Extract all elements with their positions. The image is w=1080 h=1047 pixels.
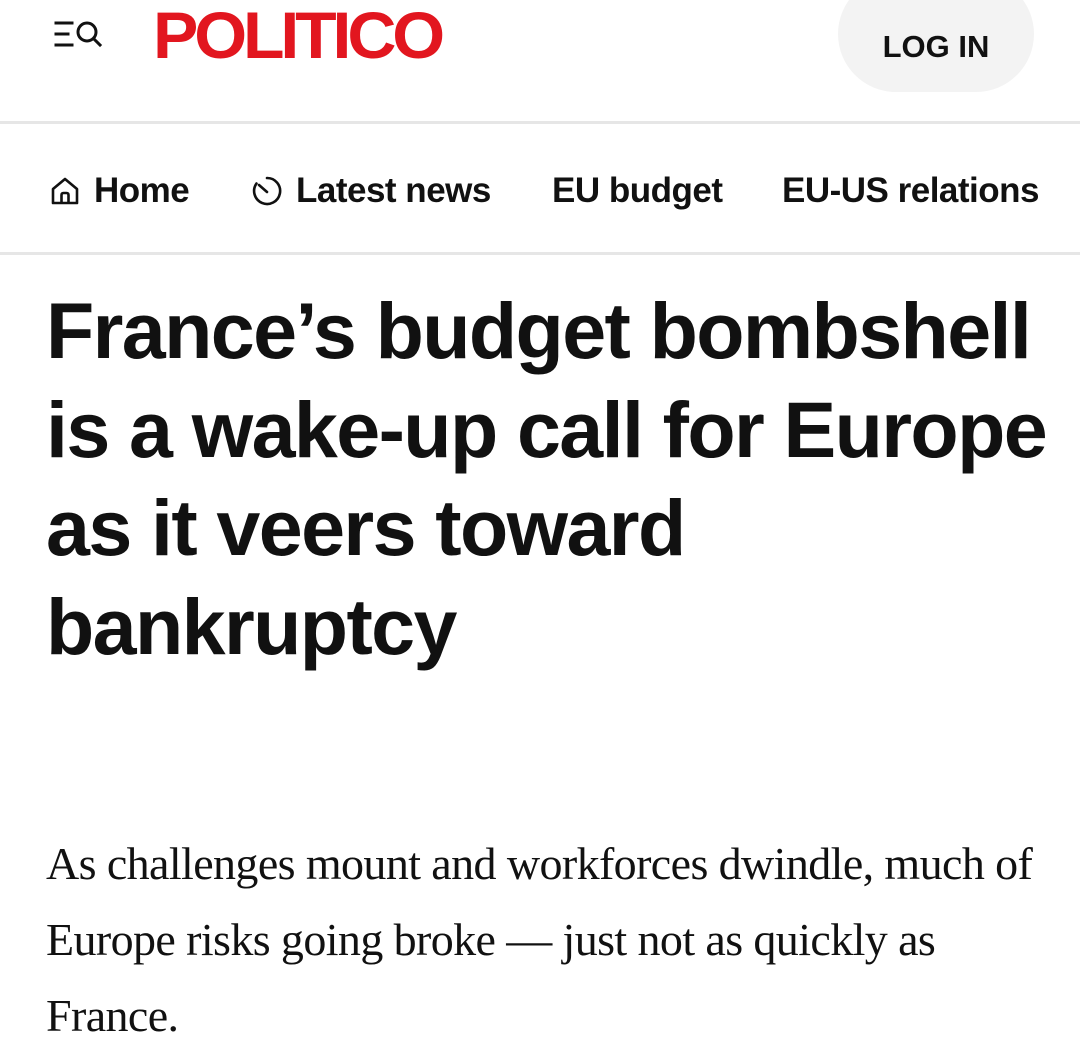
article-dek: As challenges mount and workforces dwind…: [46, 838, 1033, 1041]
nav-item-eu-us-relations[interactable]: EU-US relations: [782, 167, 1040, 215]
section-nav: Home Latest news EU budget EU-US relatio…: [0, 127, 1080, 255]
nav-item-home[interactable]: Home: [48, 167, 190, 215]
nav-scroll-fade: [1040, 127, 1080, 252]
nav-item-eu-budget[interactable]: EU budget: [552, 167, 723, 215]
nav-item-label: EU-US relations: [782, 171, 1040, 210]
politico-logo[interactable]: POLITICO: [153, 0, 445, 72]
nav-item-label: EU budget: [552, 171, 723, 210]
site-header: POLITICO LOG IN: [0, 0, 1080, 124]
menu-search-button[interactable]: [46, 12, 110, 56]
article-headline: France’s budget bombshell is a wake-up c…: [46, 286, 1048, 671]
clock-icon: [250, 174, 284, 208]
nav-item-latest-news[interactable]: Latest news: [250, 167, 491, 215]
nav-item-label: Latest news: [296, 171, 491, 210]
nav-item-label: Home: [94, 171, 190, 210]
home-icon: [48, 174, 82, 208]
menu-search-icon: [54, 21, 103, 48]
login-button[interactable]: LOG IN: [838, 0, 1034, 92]
